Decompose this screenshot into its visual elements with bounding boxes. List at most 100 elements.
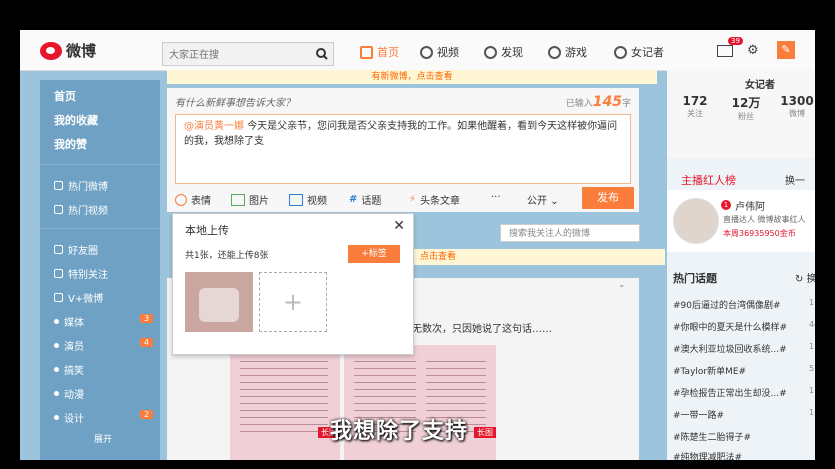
article-tool[interactable]: ⚡ 头条文章 xyxy=(409,192,460,207)
stat-fans[interactable]: 12万 粉丝 xyxy=(722,94,770,122)
vplus-icon xyxy=(54,293,63,302)
composer-prompt: 有什么新鲜事想告诉大家？ xyxy=(175,98,295,109)
sidebar-item-design[interactable]: 设计 xyxy=(54,410,84,425)
hot-topic[interactable]: #一带一路# xyxy=(673,408,724,421)
lightning-icon: ⚡ xyxy=(409,194,417,205)
home-icon xyxy=(360,45,373,59)
gear-icon[interactable]: ⚙ xyxy=(747,43,759,58)
hot-topic[interactable]: #你眼中的夏天是什么模样# xyxy=(673,320,787,333)
add-tag-button[interactable]: +标签 xyxy=(348,245,400,263)
sidebar-item-home[interactable]: 首页 xyxy=(54,88,76,104)
emoji-tool[interactable]: 表情 xyxy=(175,192,211,207)
mail-icon[interactable] xyxy=(717,45,733,57)
mention[interactable]: @演员黄一娜 xyxy=(184,121,244,132)
new-messages-link[interactable]: 点击查看 xyxy=(412,249,665,265)
hot-topic[interactable]: #澳大利亚垃圾回收系统...# xyxy=(673,342,787,355)
close-icon[interactable]: ✕ xyxy=(393,218,405,234)
upload-title: 本地上传 xyxy=(185,224,229,237)
composer-text: 今天是父亲节，您问我是否父亲支持我的工作。如果他醒着，看到今天这样被你逼问的我，… xyxy=(184,121,618,147)
stat-following[interactable]: 172 关注 xyxy=(671,94,719,119)
hot-topic[interactable]: #孕检报告正常出生却没...# xyxy=(673,386,787,399)
long-image[interactable]: 长图 xyxy=(230,345,340,460)
video-tool[interactable]: 视频 xyxy=(289,192,327,207)
nav-video[interactable]: 视频 xyxy=(420,44,459,60)
divider xyxy=(40,228,160,229)
bullet-icon xyxy=(54,367,59,372)
sidebar-item-funny[interactable]: 搞笑 xyxy=(54,362,84,377)
nav-user[interactable]: 女记者 xyxy=(614,44,664,60)
sidebar-item-favorites[interactable]: 我的收藏 xyxy=(54,112,98,128)
top-nav: 微博 首页 视频 发现 游戏 女记者 39 ⚙ ✎ xyxy=(20,30,815,71)
sidebar-item-vplus[interactable]: V+微博 xyxy=(54,290,103,305)
game-icon xyxy=(548,45,561,59)
hot-topic-count: 1 xyxy=(809,342,815,351)
hot-topic[interactable]: #90后逼过的台湾偶像剧# xyxy=(673,298,781,311)
more-tool[interactable]: ··· xyxy=(491,192,501,203)
compose-button[interactable]: ✎ xyxy=(777,41,795,59)
hash-icon: # xyxy=(349,194,358,205)
badge: 3 xyxy=(140,314,154,323)
discover-icon xyxy=(484,45,497,59)
topic-tool[interactable]: # 话题 xyxy=(349,192,381,207)
rank-badge: 1 xyxy=(721,200,731,210)
weibo-logo[interactable]: 微博 xyxy=(40,40,96,61)
divider xyxy=(40,164,160,165)
sidebar-item-media[interactable]: 媒体 xyxy=(54,314,84,329)
star-board-switch[interactable]: 换一 xyxy=(785,172,805,187)
bullet-icon xyxy=(54,319,59,324)
sidebar-item-hot-weibo[interactable]: 热门微博 xyxy=(54,178,108,193)
feed-search-input[interactable]: 搜索我关注人的微博 xyxy=(500,224,640,242)
search-box xyxy=(162,42,334,66)
sidebar-item-likes[interactable]: 我的赞 xyxy=(54,136,87,152)
new-weibo-notice[interactable]: 有新微博，点击查看 xyxy=(167,70,657,84)
hot-topic-count: 1 xyxy=(809,298,815,307)
hot-topics-switch[interactable]: ↻ 换 xyxy=(795,270,815,285)
composer-textarea[interactable]: @演员黄一娜 今天是父亲节，您问我是否父亲支持我的工作。如果他醒着，看到今天这样… xyxy=(175,114,631,184)
nav-game[interactable]: 游戏 xyxy=(548,44,587,60)
hot-topic-count: 51 xyxy=(809,364,815,373)
profile-name[interactable]: 女记者 xyxy=(745,76,775,91)
friends-icon xyxy=(54,245,63,254)
nav-home[interactable]: 首页 xyxy=(360,44,399,60)
hot-topic-count: 44 xyxy=(809,320,815,329)
sidebar-expand[interactable]: 展开 xyxy=(94,432,112,445)
visibility-select[interactable]: 公开 ⌄ xyxy=(527,192,559,207)
video-icon xyxy=(54,205,63,214)
hot-topics-title: 热门话题 xyxy=(673,272,717,285)
chevron-down-icon[interactable]: ⌄ xyxy=(618,280,626,290)
sidebar-item-special[interactable]: 特别关注 xyxy=(54,266,108,281)
char-count: 已输入145字 xyxy=(565,94,631,110)
logo-text: 微博 xyxy=(66,42,97,60)
search-icon xyxy=(316,48,328,60)
search-input[interactable] xyxy=(163,45,315,66)
star-desc: 直播达人 微博故事红人 xyxy=(723,215,806,224)
sidebar-item-hot-video[interactable]: 热门视频 xyxy=(54,202,108,217)
hot-topic[interactable]: #陈楚生二胎得子# xyxy=(673,430,751,443)
add-image-button[interactable]: + xyxy=(259,272,327,332)
stat-posts[interactable]: 1300 微博 xyxy=(773,94,815,119)
profile-card: 女记者 172 关注 12万 粉丝 1300 微博 xyxy=(667,70,815,158)
sidebar-item-actors[interactable]: 演员 xyxy=(54,338,84,353)
star-card[interactable]: 1 卢伟阿 直播达人 微博故事红人 本周36935950金币 xyxy=(667,190,815,252)
sidebar: 首页 我的收藏 我的赞 热门微博 热门视频 好友圈 特别关注 V+微博 媒体 3… xyxy=(40,80,160,460)
long-image-badge: 长图 xyxy=(474,427,496,438)
sidebar-item-friends[interactable]: 好友圈 xyxy=(54,242,98,257)
star-board-title: 主播红人榜 xyxy=(681,174,736,187)
hot-topic[interactable]: #Taylor新单ME# xyxy=(673,364,746,377)
user-icon xyxy=(614,45,627,59)
image-icon xyxy=(231,193,245,206)
uploaded-thumbnail[interactable] xyxy=(185,272,253,332)
star-icon xyxy=(54,269,63,278)
search-button[interactable] xyxy=(311,43,333,65)
sidebar-item-anime[interactable]: 动漫 xyxy=(54,386,84,401)
image-tool[interactable]: 图片 xyxy=(231,192,269,207)
star-name: 卢伟阿 xyxy=(735,202,765,213)
hot-topic-count: 1 xyxy=(809,386,815,395)
publish-button[interactable]: 发布 xyxy=(582,187,634,209)
hot-topic[interactable]: #纯物理减肥法# xyxy=(673,450,742,460)
upload-popup: 本地上传 ✕ 共1张，还能上传8张 +标签 + xyxy=(172,213,414,355)
nav-discover[interactable]: 发现 xyxy=(484,44,523,60)
weibo-eye-icon xyxy=(40,41,62,60)
feed-post-text: 无数次，只因她说了这句话…… xyxy=(412,324,552,335)
star-gold: 本周36935950金币 xyxy=(723,229,796,238)
